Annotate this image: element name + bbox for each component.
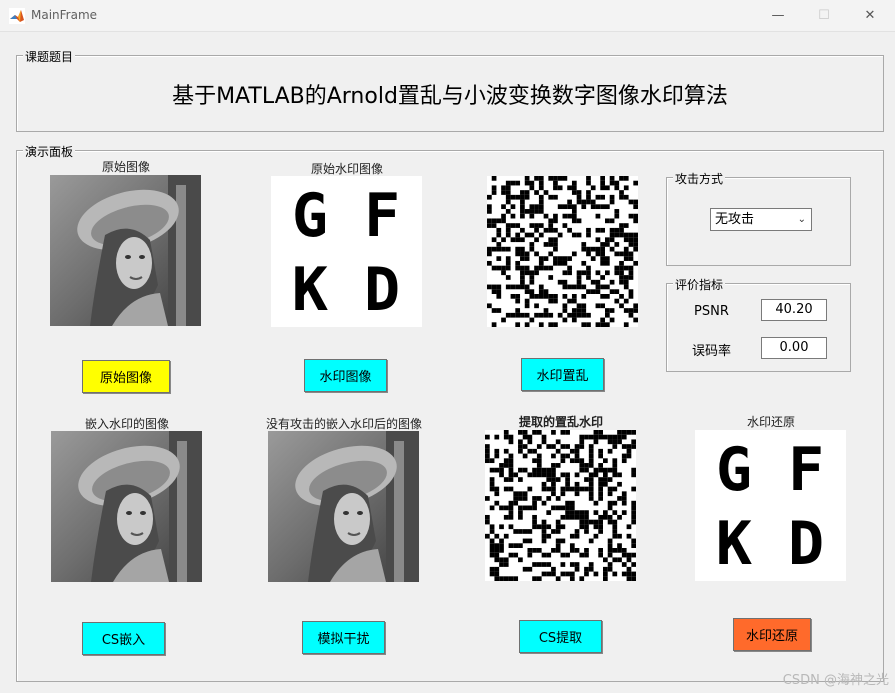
- watermark-scramble-button[interactable]: 水印置乱: [521, 358, 604, 391]
- psnr-field[interactable]: 40.20: [761, 299, 827, 321]
- close-button[interactable]: ✕: [847, 0, 893, 31]
- minimize-button[interactable]: —: [755, 0, 801, 31]
- chevron-down-icon: ⌄: [797, 214, 806, 225]
- restored-watermark-image: G F K D: [695, 430, 846, 581]
- ber-label: 误码率: [692, 344, 732, 359]
- simulate-interference-button[interactable]: 模拟干扰: [302, 621, 385, 654]
- watermark-text-row2: K D: [292, 255, 400, 325]
- caption-watermark-restored: 水印还原: [746, 415, 795, 429]
- topic-panel: 课题题目 基于MATLAB的Arnold置乱与小波变换数字图像水印算法: [16, 48, 884, 132]
- original-image-button[interactable]: 原始图像: [82, 360, 170, 393]
- matlab-logo-icon: [9, 8, 25, 24]
- original-watermark-image: G F K D: [271, 176, 422, 327]
- attack-select[interactable]: 无攻击 ⌄: [710, 208, 812, 231]
- cs-extract-button[interactable]: CS提取: [519, 620, 602, 653]
- csdn-watermark: CSDN @海神之光: [782, 673, 889, 688]
- psnr-label: PSNR: [694, 304, 729, 319]
- attack-select-value: 无攻击: [715, 212, 755, 227]
- watermark-restore-button[interactable]: 水印还原: [733, 618, 811, 651]
- no-attack-embedded-image: [268, 431, 419, 582]
- cs-embed-button[interactable]: CS嵌入: [82, 622, 165, 655]
- scrambled-watermark-image: [487, 176, 638, 327]
- caption-original-watermark: 原始水印图像: [310, 162, 383, 176]
- caption-extracted-scrambled: 提取的置乱水印: [518, 415, 603, 429]
- attack-legend: 攻击方式: [673, 170, 726, 187]
- caption-embedded-image: 嵌入水印的图像: [84, 417, 169, 431]
- restored-text-row1: G F: [716, 435, 824, 505]
- metrics-legend: 评价指标: [673, 276, 726, 293]
- watermark-image-button[interactable]: 水印图像: [304, 359, 387, 392]
- restored-text-row2: K D: [716, 509, 824, 579]
- caption-original-image: 原始图像: [101, 160, 150, 174]
- caption-no-attack-embedded: 没有攻击的嵌入水印后的图像: [265, 417, 422, 431]
- topic-legend: 课题题目: [23, 48, 76, 65]
- original-image: [50, 175, 201, 326]
- maximize-button[interactable]: ☐: [801, 0, 847, 31]
- ber-field[interactable]: 0.00: [761, 337, 827, 359]
- window-title: MainFrame: [31, 8, 98, 22]
- page-title: 基于MATLAB的Arnold置乱与小波变换数字图像水印算法: [172, 84, 728, 109]
- embedded-image: [51, 431, 202, 582]
- extracted-scrambled-image: [485, 430, 636, 581]
- title-bar: MainFrame — ☐ ✕: [0, 0, 895, 32]
- watermark-text-row1: G F: [292, 181, 400, 251]
